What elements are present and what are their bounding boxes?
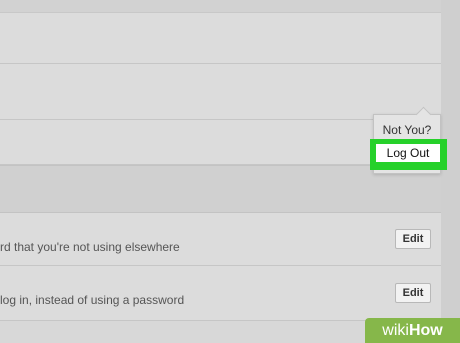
setting-row-password: rd that you're not using elsewhere Edit <box>0 213 441 266</box>
top-row <box>0 0 441 64</box>
setting-row-login: log in, instead of using a password Edit <box>0 266 441 321</box>
watermark-prefix: wiki <box>382 322 409 339</box>
edit-button-login[interactable]: Edit <box>395 283 431 303</box>
edit-button-password[interactable]: Edit <box>395 229 431 249</box>
watermark-suffix: How <box>408 322 443 339</box>
setting-description: rd that you're not using elsewhere <box>0 240 180 254</box>
not-you-menu-item[interactable]: Not You? <box>374 123 440 137</box>
settings-page: rd that you're not using elsewhere Edit … <box>0 0 460 343</box>
setting-description: log in, instead of using a password <box>0 293 185 307</box>
log-out-menu-item[interactable]: Log Out <box>376 144 440 162</box>
wikihow-watermark-logo: wikiHow <box>365 318 460 343</box>
page-gutter <box>441 0 460 343</box>
top-strip <box>0 0 441 13</box>
session-row <box>0 64 441 165</box>
